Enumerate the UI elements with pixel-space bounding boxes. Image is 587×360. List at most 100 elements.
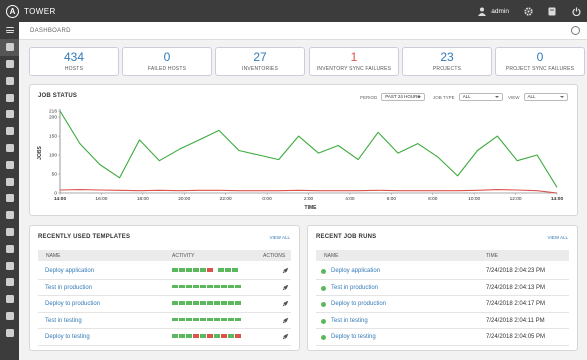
successful-job-bar[interactable] xyxy=(193,284,199,288)
successful-job-bar[interactable] xyxy=(172,334,178,338)
successful-job-bar[interactable] xyxy=(200,284,206,288)
successful-job-bar[interactable] xyxy=(228,284,234,288)
successful-job-bar[interactable] xyxy=(193,301,199,305)
successful-job-bar[interactable] xyxy=(172,317,178,321)
successful-job-bar[interactable] xyxy=(218,268,224,272)
successful-job-bar[interactable] xyxy=(200,334,206,338)
successful-job-bar[interactable] xyxy=(186,284,192,288)
sidebar-item-credentials[interactable] xyxy=(0,123,19,140)
template-name-link[interactable]: Deploy application xyxy=(45,268,94,274)
sidebar-item-management-jobs[interactable] xyxy=(0,274,19,291)
user-menu[interactable]: admin xyxy=(478,7,509,16)
count-card[interactable]: 23 PROJECTS xyxy=(402,47,492,76)
successful-job-bar[interactable] xyxy=(221,301,227,305)
sidebar-item-organizations[interactable] xyxy=(0,190,19,207)
sidebar-item-instance-groups[interactable] xyxy=(0,291,19,308)
successful-job-bar[interactable] xyxy=(228,301,234,305)
sidebar-item-schedules[interactable] xyxy=(0,72,19,89)
failed-job-bar[interactable] xyxy=(193,334,199,338)
failed-job-bar[interactable] xyxy=(207,334,213,338)
job-name-link[interactable]: Test in testing xyxy=(331,318,368,324)
sidebar-item-settings[interactable] xyxy=(0,324,19,341)
launch-rocket-icon[interactable] xyxy=(282,267,289,274)
sidebar-item-portal[interactable] xyxy=(0,89,19,106)
launch-rocket-icon[interactable] xyxy=(282,317,289,324)
sidebar-item-teams[interactable] xyxy=(0,224,19,241)
power-icon[interactable] xyxy=(571,6,581,16)
successful-job-bar[interactable] xyxy=(193,268,199,272)
templates-view-all-link[interactable]: VIEW ALL xyxy=(269,235,290,240)
successful-job-bar[interactable] xyxy=(179,317,185,321)
sidebar-item-projects[interactable] xyxy=(0,106,19,123)
successful-job-bar[interactable] xyxy=(235,317,241,321)
sidebar-item-hosts[interactable] xyxy=(0,156,19,173)
activity-stream-icon[interactable] xyxy=(571,26,580,35)
breadcrumb-dashboard[interactable]: DASHBOARD xyxy=(30,28,71,34)
successful-job-bar[interactable] xyxy=(172,268,178,272)
successful-job-bar[interactable] xyxy=(186,334,192,338)
launch-rocket-icon[interactable] xyxy=(282,284,289,291)
successful-job-bar[interactable] xyxy=(235,301,241,305)
successful-job-bar[interactable] xyxy=(200,268,206,272)
failed-job-bar[interactable] xyxy=(207,268,213,272)
successful-job-bar[interactable] xyxy=(186,301,192,305)
template-name-link[interactable]: Deploy to testing xyxy=(45,334,90,340)
successful-job-bar[interactable] xyxy=(172,301,178,305)
successful-job-bar[interactable] xyxy=(186,317,192,321)
successful-job-bar[interactable] xyxy=(207,301,213,305)
launch-rocket-icon[interactable] xyxy=(282,300,289,307)
successful-job-bar[interactable] xyxy=(200,301,206,305)
col-name[interactable]: NAME xyxy=(324,253,338,259)
successful-job-bar[interactable] xyxy=(200,317,206,321)
successful-job-bar[interactable] xyxy=(221,284,227,288)
successful-job-bar[interactable] xyxy=(179,301,185,305)
cog-icon[interactable] xyxy=(523,6,533,16)
successful-job-bar[interactable] xyxy=(214,284,220,288)
sidebar-item-applications[interactable] xyxy=(0,308,19,325)
successful-job-bar[interactable] xyxy=(172,284,178,288)
successful-job-bar[interactable] xyxy=(179,334,185,338)
successful-job-bar[interactable] xyxy=(207,284,213,288)
launch-rocket-icon[interactable] xyxy=(282,333,289,340)
template-name-link[interactable]: Test in production xyxy=(45,285,92,291)
job-name-link[interactable]: Deploy to production xyxy=(331,301,386,307)
count-card[interactable]: 0 PROJECT SYNC FAILURES xyxy=(495,47,585,76)
col-time[interactable]: TIME xyxy=(486,253,498,259)
template-name-link[interactable]: Deploy to production xyxy=(45,301,100,307)
sidebar-item-jobs[interactable] xyxy=(0,56,19,73)
successful-job-bar[interactable] xyxy=(214,334,220,338)
successful-job-bar[interactable] xyxy=(207,317,213,321)
successful-job-bar[interactable] xyxy=(225,268,231,272)
sidebar-item-notifications[interactable] xyxy=(0,257,19,274)
failed-job-bar[interactable] xyxy=(235,334,241,338)
sidebar-item-inventories[interactable] xyxy=(0,140,19,157)
successful-job-bar[interactable] xyxy=(228,334,234,338)
sidebar-item-dashboard[interactable] xyxy=(0,38,19,56)
job-name-link[interactable]: Deploy to testing xyxy=(331,334,376,340)
successful-job-bar[interactable] xyxy=(186,268,192,272)
jobs-view-all-link[interactable]: VIEW ALL xyxy=(547,235,568,240)
count-card[interactable]: 1 INVENTORY SYNC FAILURES xyxy=(309,47,399,76)
sidebar-item-users[interactable] xyxy=(0,207,19,224)
count-card[interactable]: 0 FAILED HOSTS xyxy=(122,47,212,76)
successful-job-bar[interactable] xyxy=(214,301,220,305)
successful-job-bar[interactable] xyxy=(179,268,185,272)
successful-job-bar[interactable] xyxy=(193,317,199,321)
failed-job-bar[interactable] xyxy=(221,334,227,338)
sidebar-item-menu[interactable] xyxy=(0,22,19,39)
docs-icon[interactable] xyxy=(547,6,557,16)
count-card[interactable]: 27 INVENTORIES xyxy=(215,47,305,76)
job-name-link[interactable]: Deploy application xyxy=(331,268,380,274)
successful-job-bar[interactable] xyxy=(232,268,238,272)
successful-job-bar[interactable] xyxy=(235,284,241,288)
col-name[interactable]: NAME xyxy=(46,253,60,259)
count-card[interactable]: 434 HOSTS xyxy=(29,47,119,76)
sidebar-item-inventory-scripts[interactable] xyxy=(0,240,19,257)
successful-job-bar[interactable] xyxy=(228,317,234,321)
successful-job-bar[interactable] xyxy=(179,284,185,288)
sidebar-item-templates[interactable] xyxy=(0,173,19,190)
successful-job-bar[interactable] xyxy=(214,317,220,321)
tower-logo[interactable]: A xyxy=(6,4,19,18)
job-name-link[interactable]: Test in production xyxy=(331,285,378,291)
successful-job-bar[interactable] xyxy=(221,317,227,321)
